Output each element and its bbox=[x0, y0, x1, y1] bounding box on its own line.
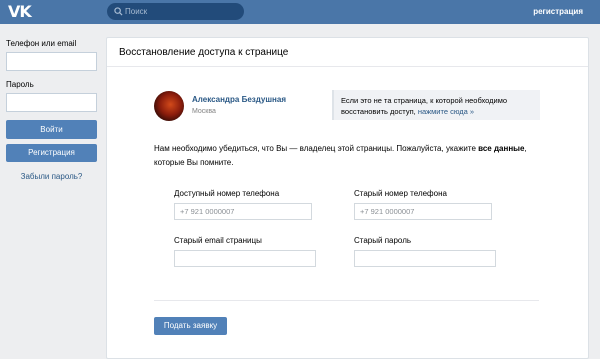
panel-header: Восстановление доступа к странице bbox=[107, 38, 588, 67]
old-phone-input[interactable]: +7 921 0000007 bbox=[354, 203, 492, 220]
divider bbox=[154, 300, 539, 301]
notice-bold-text: все данные bbox=[478, 144, 525, 153]
restore-access-panel: Восстановление доступа к странице Алекса… bbox=[106, 37, 589, 359]
forgot-password-link[interactable]: Забыли пароль? bbox=[6, 172, 97, 182]
phone-input[interactable]: +7 921 0000007 bbox=[174, 203, 312, 220]
phone-email-input[interactable] bbox=[6, 52, 97, 71]
password-input[interactable] bbox=[6, 93, 97, 112]
old-email-label: Старый email страницы bbox=[174, 236, 262, 245]
old-email-input[interactable] bbox=[174, 250, 316, 267]
password-label: Пароль bbox=[6, 80, 34, 89]
phone-label: Доступный номер телефона bbox=[174, 189, 280, 198]
search-placeholder: Поиск bbox=[125, 7, 148, 16]
login-form: Телефон или email Пароль Войти Регистрац… bbox=[6, 39, 97, 181]
login-button[interactable]: Войти bbox=[6, 120, 97, 139]
search-box[interactable]: Поиск bbox=[107, 3, 244, 20]
click-here-link[interactable]: нажмите сюда » bbox=[418, 107, 474, 116]
avatar[interactable] bbox=[154, 91, 184, 121]
page-title: Восстановление доступа к странице bbox=[119, 47, 289, 58]
user-name-link[interactable]: Александра Бездушная bbox=[192, 95, 286, 105]
register-link[interactable]: регистрация bbox=[533, 7, 583, 17]
submit-request-button[interactable]: Подать заявку bbox=[154, 317, 227, 335]
search-icon bbox=[114, 7, 123, 16]
register-button[interactable]: Регистрация bbox=[6, 144, 97, 162]
phone-email-label: Телефон или email bbox=[6, 39, 77, 48]
user-city: Москва bbox=[192, 108, 216, 115]
old-password-input[interactable] bbox=[354, 250, 496, 267]
old-password-label: Старый пароль bbox=[354, 236, 412, 245]
old-phone-label: Старый номер телефона bbox=[354, 189, 447, 198]
wrong-page-hint: Если это не та страница, к которой необх… bbox=[332, 90, 540, 120]
vk-logo-icon[interactable]: VK bbox=[8, 3, 32, 21]
notice-text-start: Нам необходимо убедиться, что Вы — владе… bbox=[154, 144, 479, 153]
ownership-notice: Нам необходимо убедиться, что Вы — владе… bbox=[154, 142, 534, 170]
top-header: VK Поиск регистрация bbox=[0, 0, 600, 24]
